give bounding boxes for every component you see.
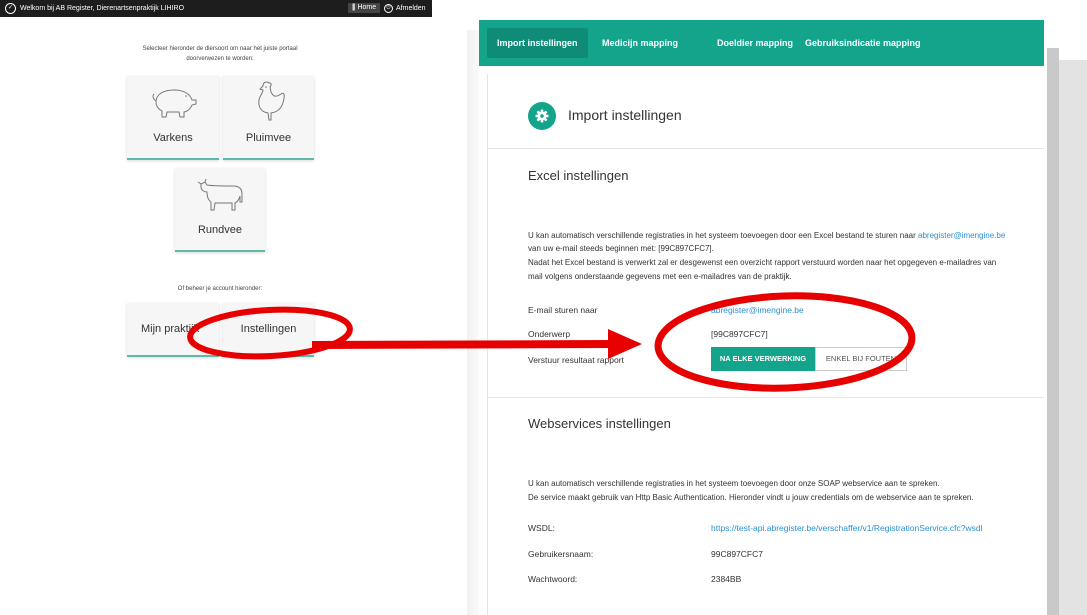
grid-icon: ||| (352, 4, 356, 11)
card-cattle[interactable]: Rundvee (175, 168, 265, 252)
welcome-text: Welkom bij AB Register, Dierenartsenprak… (20, 5, 185, 12)
power-icon: ⏻ (384, 3, 393, 13)
card-pigs[interactable]: Varkens (127, 76, 219, 160)
webservices-heading: Webservices instellingen (528, 416, 671, 431)
webservices-paragraph-2: De service maakt gebruik van Http Basic … (528, 493, 974, 502)
email-label: E-mail sturen naar (528, 305, 598, 315)
tab-import-settings[interactable]: Import instellingen (487, 28, 588, 58)
card-poultry-label: Pluimvee (245, 132, 292, 144)
email-value[interactable]: abregister@imengine.be (711, 305, 804, 315)
excel-paragraph-4: mail volgens onderstaande gegevens met e… (528, 272, 792, 281)
chicken-icon (258, 81, 285, 121)
divider-1 (487, 148, 1044, 149)
excel-paragraph-3: Nadat het Excel bestand is verwerkt zal … (528, 258, 997, 267)
webservices-paragraph-1: U kan automatisch verschillende registra… (528, 479, 940, 488)
excel-p1-text: U kan automatisch verschillende registra… (528, 231, 918, 240)
pig-icon (152, 89, 197, 118)
screenshot-shadow-left (467, 30, 479, 615)
subject-label: Onderwerp (528, 329, 571, 339)
divider-2 (487, 397, 1044, 398)
option-errors-only[interactable]: ENKEL BIJ FOUTEN (815, 347, 907, 371)
gear-icon (528, 102, 556, 130)
excel-heading: Excel instellingen (528, 168, 629, 183)
report-label: Verstuur resultaat rapport (528, 355, 624, 365)
tab-usage-indication-mapping[interactable]: Gebruiksindicatie mapping (805, 20, 921, 66)
home-button[interactable]: ||| Home (348, 3, 381, 13)
settings-navbar: Import instellingen Medicijn mapping Doe… (479, 20, 1044, 66)
intro-text: Selecteer hieronder de diersoort om naar… (142, 46, 298, 62)
wsdl-label: WSDL: (528, 523, 555, 533)
tab-target-animal-mapping[interactable]: Doeldier mapping (717, 20, 793, 66)
username-label: Gebruikersnaam: (528, 549, 594, 559)
top-bar: ✓ Welkom bij AB Register, Dierenartsenpr… (0, 0, 432, 17)
or-text: Of beheer je account hieronder: (177, 286, 263, 292)
home-label: Home (357, 4, 377, 11)
card-my-practice[interactable]: Mijn praktijk (127, 303, 219, 357)
excel-paragraph-1: U kan automatisch verschillende registra… (528, 229, 1005, 242)
password-value: 2384BB (711, 574, 742, 584)
settings-content (487, 74, 1045, 615)
screenshot-shadow-right (1047, 48, 1059, 615)
excel-email-link[interactable]: abregister@imengine.be (918, 231, 1005, 240)
card-settings-label: Instellingen (240, 323, 297, 335)
excel-paragraph-2: van uw e-mail steeds beginnen met: [99C8… (528, 244, 714, 253)
page-title: Import instellingen (568, 107, 682, 123)
card-settings[interactable]: Instellingen (223, 303, 314, 357)
option-every-run[interactable]: NA ELKE VERWERKING (711, 347, 815, 371)
logout-label: Afmelden (396, 5, 426, 12)
subject-value: [99C897CFC7] (711, 329, 768, 339)
logout-button[interactable]: ⏻ Afmelden (384, 0, 426, 17)
card-pigs-label: Varkens (153, 132, 193, 144)
card-my-practice-label: Mijn praktijk (141, 323, 200, 335)
wsdl-link[interactable]: https://test-api.abregister.be/verschaff… (711, 523, 983, 533)
cow-icon (197, 178, 243, 211)
card-poultry[interactable]: Pluimvee (223, 76, 314, 160)
check-icon: ✓ (5, 3, 16, 14)
tab-medicine-mapping[interactable]: Medicijn mapping (602, 20, 678, 66)
card-cattle-label: Rundvee (197, 224, 243, 236)
screenshot-shadow-right-outer (1059, 60, 1087, 615)
username-value: 99C897CFC7 (711, 549, 763, 559)
password-label: Wachtwoord: (528, 574, 578, 584)
